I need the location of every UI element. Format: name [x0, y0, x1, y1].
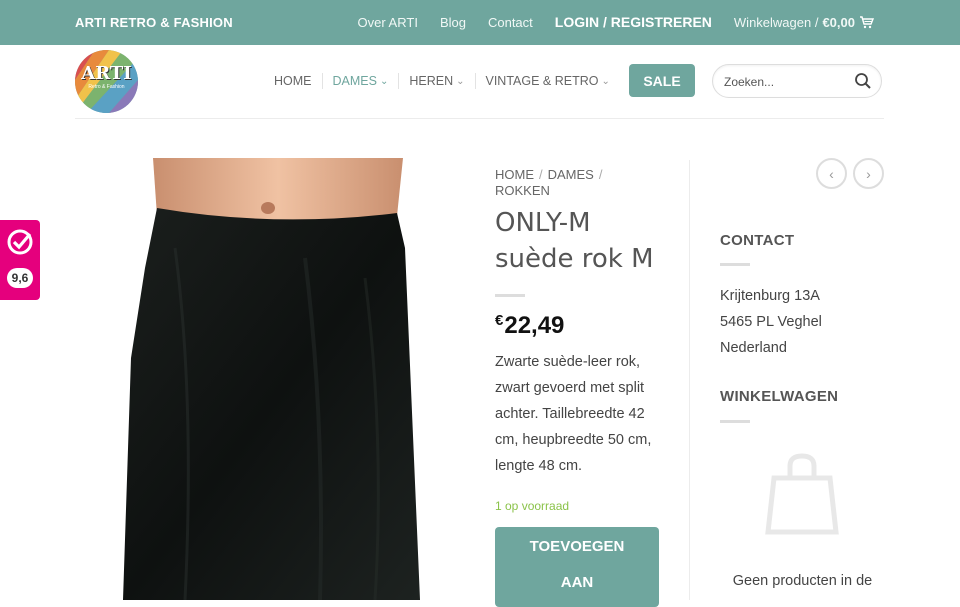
- rating-badge[interactable]: 9,6: [0, 220, 40, 300]
- chevron-down-icon: ⌄: [379, 75, 389, 87]
- chevron-left-icon: ‹: [829, 165, 834, 182]
- logo-text: ARTI: [81, 63, 132, 84]
- nav-item-dames[interactable]: DAMES ⌄: [323, 74, 399, 88]
- main-nav: HOME DAMES ⌄ HEREN ⌄ VINTAGE & RETRO ⌄: [274, 73, 620, 89]
- product-title: ONLY-M suède rok M: [495, 205, 685, 277]
- contact-address: Krijtenburg 13A 5465 PL Veghel Nederland: [720, 283, 822, 361]
- top-link-over-arti[interactable]: Over ARTI: [357, 15, 417, 30]
- address-postcode: 5465 PL Veghel: [720, 314, 822, 330]
- breadcrumb: HOME / DAMES / ROKKEN: [495, 167, 665, 199]
- product-image[interactable]: [75, 158, 475, 600]
- empty-cart-message: Geen producten in de: [732, 573, 873, 589]
- search-icon[interactable]: [854, 72, 872, 90]
- price-value: 22,49: [504, 312, 565, 339]
- breadcrumb-separator: /: [539, 167, 543, 182]
- nav-label-heren: HEREN: [409, 74, 454, 88]
- logo-subtext: Retro & Fashion: [88, 84, 125, 90]
- breadcrumb-dames[interactable]: DAMES: [548, 167, 594, 182]
- skirt-photo: [123, 158, 420, 600]
- next-product-button[interactable]: ›: [853, 158, 884, 189]
- breadcrumb-rokken[interactable]: ROKKEN: [495, 183, 550, 198]
- login-register-link[interactable]: LOGIN / REGISTREREN: [555, 14, 712, 30]
- contact-heading-underline: [720, 263, 750, 266]
- cart-icon: [860, 16, 874, 29]
- add-button-line2: AAN: [560, 574, 594, 591]
- site-logo[interactable]: ARTI Retro & Fashion: [75, 50, 138, 113]
- nav-label-home: HOME: [274, 74, 312, 88]
- breadcrumb-separator: /: [598, 167, 603, 182]
- address-country: Nederland: [720, 340, 787, 356]
- chevron-down-icon: ⌄: [601, 75, 610, 87]
- previous-product-button[interactable]: ‹: [816, 158, 847, 189]
- product-title-line2: suède rok M: [495, 244, 654, 274]
- top-link-blog[interactable]: Blog: [440, 15, 466, 30]
- cart-heading-underline: [720, 420, 750, 423]
- chevron-right-icon: ›: [866, 165, 871, 182]
- top-bar: ARTI RETRO & FASHION Over ARTI Blog Cont…: [0, 0, 960, 45]
- brand-name[interactable]: ARTI RETRO & FASHION: [75, 15, 233, 30]
- product-title-line1: ONLY-M: [495, 208, 591, 238]
- nav-item-vintage-retro[interactable]: VINTAGE & RETRO ⌄: [476, 74, 620, 88]
- nav-item-heren[interactable]: HEREN ⌄: [399, 74, 474, 88]
- header-divider: [75, 118, 884, 119]
- add-to-cart-button[interactable]: TOEVOEGEN AAN: [495, 527, 659, 607]
- sale-button[interactable]: SALE: [629, 64, 695, 97]
- product-description: Zwarte suède-leer rok, zwart gevoerd met…: [495, 354, 652, 474]
- search-input[interactable]: Zoeken...: [712, 64, 882, 98]
- product-price: €22,49: [495, 312, 564, 340]
- cart-label: Winkelwagen /: [733, 14, 819, 30]
- top-cart-link[interactable]: Winkelwagen / €0,00: [734, 15, 874, 30]
- nav-label-dames: DAMES: [332, 74, 377, 88]
- price-currency: €: [495, 312, 504, 329]
- check-icon: [7, 229, 33, 255]
- rating-score: 9,6: [7, 268, 33, 288]
- column-divider: [689, 160, 690, 600]
- top-link-contact[interactable]: Contact: [488, 15, 533, 30]
- top-links: Over ARTI Blog Contact LOGIN / REGISTRER…: [357, 14, 874, 30]
- title-divider: [495, 294, 525, 297]
- nav-label-vintage-retro: VINTAGE & RETRO: [485, 74, 599, 88]
- cart-amount: €0,00: [822, 14, 855, 30]
- add-button-line1: TOEVOEGEN: [529, 538, 625, 555]
- cart-heading: WINKELWAGEN: [720, 388, 839, 405]
- chevron-down-icon: ⌄: [456, 75, 465, 87]
- nav-item-home[interactable]: HOME: [274, 74, 322, 88]
- search-placeholder: Zoeken...: [724, 75, 775, 89]
- contact-heading: CONTACT: [720, 232, 795, 249]
- breadcrumb-home[interactable]: HOME: [495, 167, 534, 182]
- shopping-bag-icon: [765, 453, 839, 535]
- address-street: Krijtenburg 13A: [720, 288, 820, 304]
- stock-status: 1 op voorraad: [495, 499, 570, 513]
